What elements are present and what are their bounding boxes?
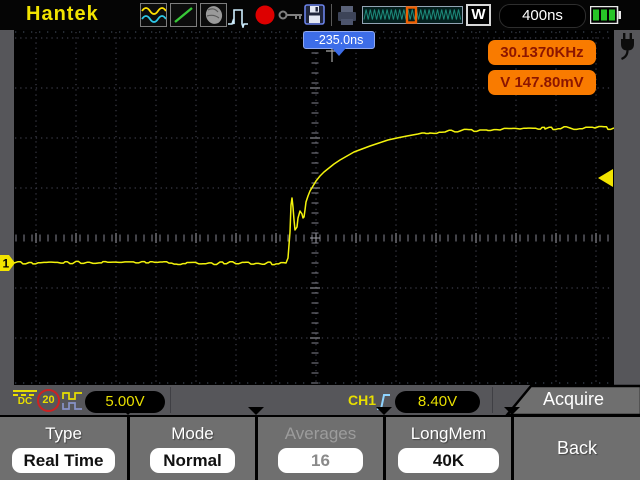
menu-item-label: LongMem: [410, 424, 487, 443]
menu-item-longmem[interactable]: LongMem 40K: [386, 417, 511, 480]
top-bar: Hantek W 400ns: [0, 0, 640, 30]
topbar-divider: [331, 4, 332, 26]
measurement-frequency: 30.1370KHz: [488, 40, 596, 65]
trigger-level-readout[interactable]: 8.40V: [395, 391, 480, 413]
measurement-voltage: V 147.80mV: [488, 70, 596, 95]
print-icon[interactable]: [336, 5, 358, 26]
channel1-number: 1: [3, 257, 10, 271]
menu-item-averages: Averages 16: [258, 417, 383, 480]
menu-item-label: Type: [45, 424, 82, 443]
menu-item-value[interactable]: 40K: [398, 448, 499, 473]
coupling-label: DC: [17, 396, 33, 407]
invert-waveform-icon: [62, 392, 82, 410]
save-icon[interactable]: [304, 4, 325, 25]
power-plug-icon: [621, 33, 634, 61]
trigger-position-flag[interactable]: -235.0ns: [303, 31, 375, 56]
menu-item-value[interactable]: Normal: [150, 448, 235, 473]
coupling-dc-icon: DC: [13, 390, 37, 407]
menu-item-label: Mode: [171, 424, 214, 443]
screen-right-frame: [614, 30, 640, 385]
key-icon[interactable]: [278, 7, 304, 23]
pulse-icon[interactable]: [227, 3, 253, 28]
trigger-level-marker[interactable]: [597, 168, 614, 188]
record-icon[interactable]: [254, 4, 276, 26]
softkey-notch: [248, 407, 264, 415]
menu-item-label: Averages: [284, 424, 357, 443]
channels-waveform-icon[interactable]: [140, 3, 167, 27]
channel1-level-marker[interactable]: 1: [0, 253, 16, 273]
softkey-notch: [120, 407, 136, 415]
status-divider: [492, 387, 493, 413]
timebase-readout[interactable]: 400ns: [499, 4, 586, 28]
menu-item-mode[interactable]: Mode Normal: [130, 417, 255, 480]
line-icon[interactable]: [170, 3, 197, 27]
menu-item-label: Back: [556, 438, 598, 458]
bandwidth-limit-badge: 20: [37, 389, 60, 412]
window-mode-badge[interactable]: W: [466, 4, 491, 26]
hand-icon[interactable]: [200, 3, 227, 27]
battery-icon: [590, 6, 621, 24]
menu-item-value: 16: [278, 448, 363, 473]
menu-item-value[interactable]: Real Time: [12, 448, 115, 473]
trigger-source-label: CH1: [348, 392, 377, 408]
status-divider: [170, 387, 171, 413]
screen-left-frame: [0, 30, 14, 385]
brand-logo: Hantek: [26, 3, 99, 25]
menu-title: Acquire: [542, 389, 605, 409]
softkey-notch: [504, 407, 520, 415]
menu-item-type[interactable]: Type Real Time: [0, 417, 127, 480]
softkey-menu: Type Real Time Mode Normal Averages 16 L…: [0, 415, 640, 480]
softkey-notch: [376, 407, 392, 415]
menu-item-back[interactable]: Back: [514, 417, 640, 480]
memory-window-bar[interactable]: [362, 6, 463, 24]
